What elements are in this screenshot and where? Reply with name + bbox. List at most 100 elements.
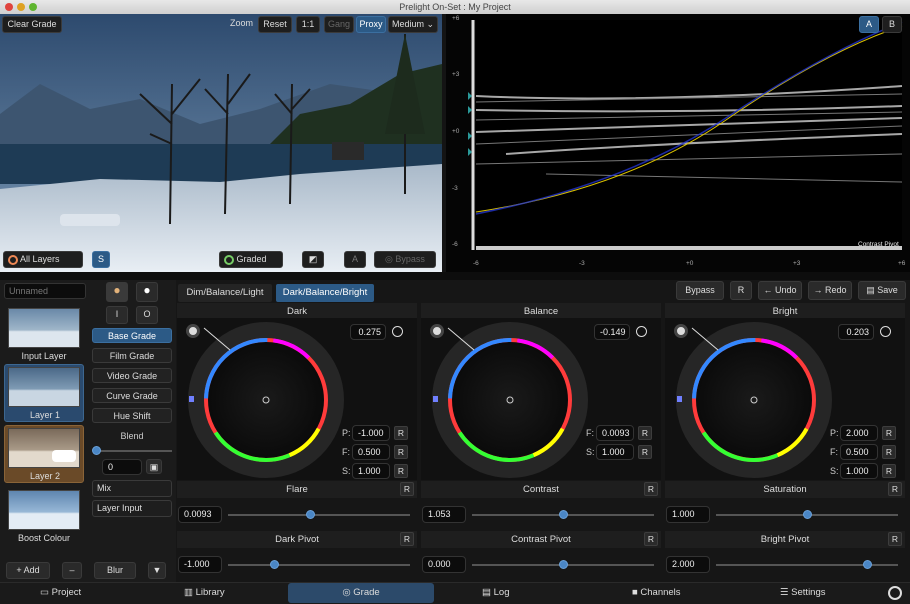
redo-button[interactable]: → Redo bbox=[808, 281, 852, 300]
nav-settings[interactable]: ☰ Settings bbox=[780, 582, 826, 604]
slider-reset-button[interactable]: R bbox=[888, 482, 902, 496]
layers-select[interactable]: All Layers bbox=[3, 251, 83, 268]
blend-options-button[interactable]: ▣ bbox=[146, 459, 162, 474]
slider-reset-button[interactable]: R bbox=[400, 532, 414, 546]
proxy-button[interactable]: Proxy bbox=[356, 16, 386, 33]
color-wheel[interactable] bbox=[186, 320, 346, 480]
wheel-picker[interactable] bbox=[186, 324, 200, 338]
param-reset-button[interactable]: R bbox=[882, 464, 896, 478]
blur-button[interactable]: Blur bbox=[94, 562, 136, 579]
scope-a-button[interactable]: A bbox=[859, 16, 879, 33]
nav-grade[interactable]: ◎ Grade bbox=[288, 583, 434, 603]
person-dark-button[interactable]: ● bbox=[106, 282, 128, 302]
slider-knob[interactable] bbox=[269, 560, 279, 569]
tab-video-grade[interactable]: Video Grade bbox=[92, 368, 172, 383]
layer-item-layer2[interactable]: Layer 2 bbox=[4, 425, 84, 483]
tab-base-grade[interactable]: Base Grade bbox=[92, 328, 172, 343]
tab-hue-shift[interactable]: Hue Shift bbox=[92, 408, 172, 423]
add-layer-button[interactable]: + Add bbox=[6, 562, 50, 579]
slider-value[interactable]: 2.000 bbox=[666, 556, 710, 573]
waveform-scope[interactable]: A B +6 +3 +0 -3 -6 -6 -3 +0 +3 +6 Contra… bbox=[446, 14, 910, 272]
param-reset-button[interactable]: R bbox=[638, 426, 652, 440]
slider-value[interactable]: 0.0093 bbox=[178, 506, 222, 523]
layer-item-layer1[interactable]: Layer 1 bbox=[4, 364, 84, 422]
param-reset-button[interactable]: R bbox=[638, 445, 652, 459]
nav-library[interactable]: ▥ Library bbox=[184, 582, 225, 604]
image-viewer[interactable]: Clear Grade Zoom Reset 1:1 Gang Proxy Me… bbox=[0, 14, 442, 272]
slider-reset-button[interactable]: R bbox=[644, 532, 658, 546]
param-reset-button[interactable]: R bbox=[882, 426, 896, 440]
slider-knob[interactable] bbox=[559, 560, 568, 569]
slider-knob[interactable] bbox=[863, 560, 873, 569]
scope-b-button[interactable]: B bbox=[882, 16, 902, 33]
blend-slider-knob[interactable] bbox=[92, 446, 101, 455]
param-reset-button[interactable]: R bbox=[394, 426, 408, 440]
layer-item-input[interactable]: Input Layer bbox=[0, 304, 88, 362]
slider-knob[interactable] bbox=[559, 510, 568, 519]
tab-dark-balance-bright[interactable]: Dark/Balance/Bright bbox=[276, 284, 374, 302]
out-button[interactable]: O bbox=[136, 306, 158, 324]
wheel-reset-icon[interactable] bbox=[392, 326, 403, 337]
solo-button[interactable]: S bbox=[92, 251, 110, 268]
layer-name-input[interactable] bbox=[4, 283, 86, 299]
wheel-picker[interactable] bbox=[430, 324, 444, 338]
slider-track[interactable] bbox=[228, 564, 410, 566]
layer-input-select[interactable]: Layer Input bbox=[92, 500, 172, 517]
param-value[interactable]: 1.000 bbox=[352, 463, 390, 479]
color-wheel[interactable] bbox=[674, 320, 834, 480]
more-button[interactable]: ▼ bbox=[148, 562, 166, 579]
clear-grade-button[interactable]: Clear Grade bbox=[2, 16, 62, 33]
wheel-value[interactable]: -0.149 bbox=[594, 324, 630, 340]
param-value[interactable]: 0.500 bbox=[840, 444, 878, 460]
wheel-picker[interactable] bbox=[674, 324, 688, 338]
slider-reset-button[interactable]: R bbox=[888, 532, 902, 546]
grade-reset-button[interactable]: R bbox=[730, 281, 752, 300]
layer-item-boost[interactable]: Boost Colour bbox=[0, 486, 88, 544]
person-light-button[interactable]: ● bbox=[136, 282, 158, 302]
param-value[interactable]: 2.000 bbox=[840, 425, 878, 441]
slider-reset-button[interactable]: R bbox=[400, 482, 414, 496]
slider-value[interactable]: 1.000 bbox=[666, 506, 710, 523]
param-value[interactable]: 0.500 bbox=[352, 444, 390, 460]
tab-curve-grade[interactable]: Curve Grade bbox=[92, 388, 172, 403]
mix-select[interactable]: Mix bbox=[92, 480, 172, 497]
slider-knob[interactable] bbox=[803, 510, 812, 519]
tab-dim-balance-light[interactable]: Dim/Balance/Light bbox=[178, 284, 272, 302]
zoom-window-button[interactable] bbox=[29, 3, 37, 11]
param-value[interactable]: 0.0093 bbox=[596, 425, 634, 441]
nav-project[interactable]: ▭ Project bbox=[40, 582, 81, 604]
slider-value[interactable]: 1.053 bbox=[422, 506, 466, 523]
reset-button[interactable]: Reset bbox=[258, 16, 292, 33]
view-mode-select[interactable]: Graded bbox=[219, 251, 283, 268]
param-value[interactable]: 1.000 bbox=[840, 463, 878, 479]
slider-knob[interactable] bbox=[305, 510, 315, 519]
quality-select[interactable]: Medium ⌄ bbox=[388, 16, 438, 33]
minimize-window-button[interactable] bbox=[17, 3, 25, 11]
slider-value[interactable]: -1.000 bbox=[178, 556, 222, 573]
wheel-reset-icon[interactable] bbox=[880, 326, 891, 337]
close-window-button[interactable] bbox=[5, 3, 13, 11]
param-reset-button[interactable]: R bbox=[394, 464, 408, 478]
blend-slider[interactable] bbox=[96, 450, 172, 452]
tab-film-grade[interactable]: Film Grade bbox=[92, 348, 172, 363]
wheel-value[interactable]: 0.203 bbox=[838, 324, 874, 340]
power-button[interactable] bbox=[888, 586, 902, 600]
in-button[interactable]: I bbox=[106, 306, 128, 324]
one-to-one-button[interactable]: 1:1 bbox=[296, 16, 320, 33]
gang-button[interactable]: Gang bbox=[324, 16, 354, 33]
slider-value[interactable]: 0.000 bbox=[422, 556, 466, 573]
viewer-bypass-button[interactable]: ◎ Bypass bbox=[374, 251, 436, 268]
param-reset-button[interactable]: R bbox=[394, 445, 408, 459]
undo-button[interactable]: ← Undo bbox=[758, 281, 802, 300]
nav-log[interactable]: ▤ Log bbox=[482, 582, 509, 604]
param-value[interactable]: 1.000 bbox=[596, 444, 634, 460]
grade-bypass-button[interactable]: Bypass bbox=[676, 281, 724, 300]
split-view-button[interactable]: ◩ bbox=[302, 251, 324, 268]
nav-channels[interactable]: ■ Channels bbox=[632, 582, 681, 604]
color-wheel[interactable] bbox=[430, 320, 590, 480]
param-value[interactable]: -1.000 bbox=[352, 425, 390, 441]
blend-value-field[interactable]: 0 bbox=[102, 459, 142, 475]
a-select[interactable]: A bbox=[344, 251, 366, 268]
remove-layer-button[interactable]: – bbox=[62, 562, 82, 579]
save-button[interactable]: ▤ Save bbox=[858, 281, 906, 300]
